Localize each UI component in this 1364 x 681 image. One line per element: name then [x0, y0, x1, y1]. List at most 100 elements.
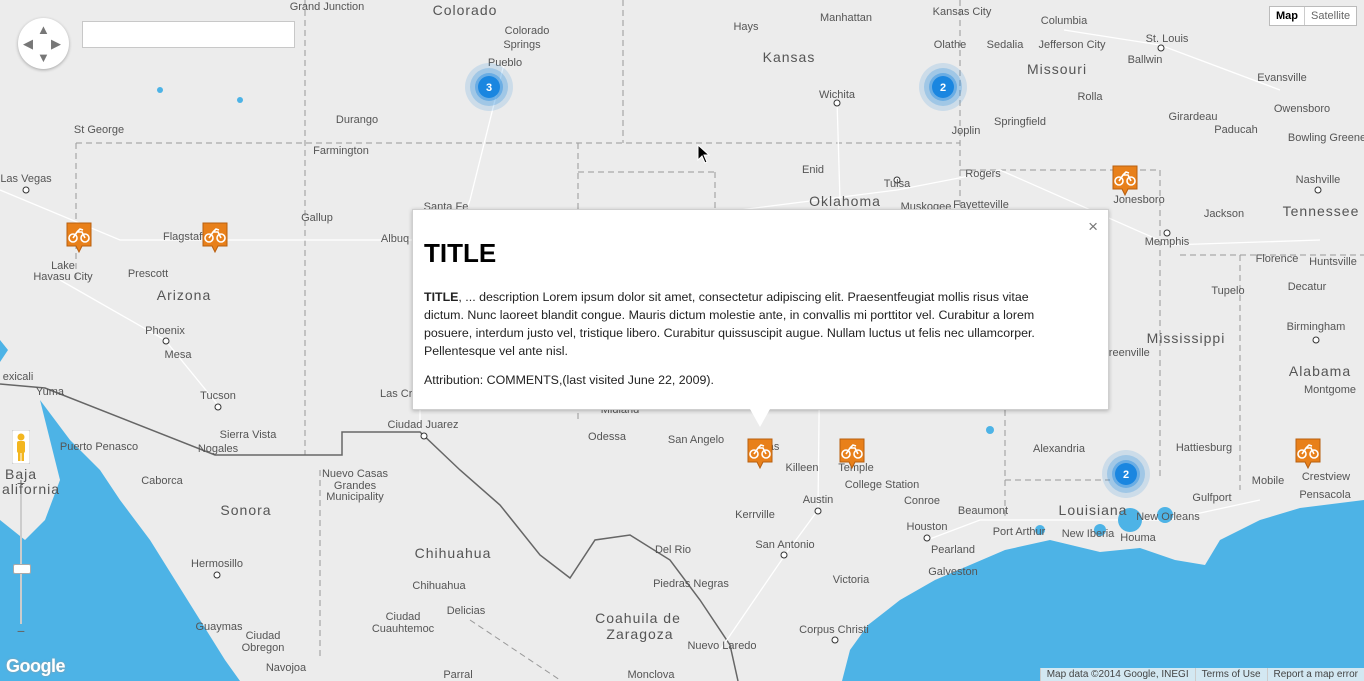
city-label: Delicias — [447, 605, 486, 617]
search-input[interactable] — [82, 21, 295, 48]
zoom-slider-track[interactable] — [20, 494, 22, 624]
cluster-count: 2 — [940, 82, 946, 94]
city-label: Manhattan — [820, 12, 872, 24]
marker-cluster[interactable]: 3 — [464, 62, 514, 112]
city-label: Nogales — [198, 443, 239, 455]
city-label: Piedras Negras — [653, 578, 729, 590]
city-label: Huntsville — [1309, 256, 1357, 268]
map-type-map-button[interactable]: Map — [1270, 7, 1305, 25]
state-label: Tennessee — [1283, 203, 1360, 219]
city-label: Guaymas — [195, 621, 243, 633]
city-label: Paducah — [1214, 124, 1257, 136]
city-label: Pensacola — [1299, 489, 1351, 501]
info-window-title: TITLE — [424, 238, 497, 268]
city-label: Florence — [1256, 253, 1299, 265]
city-label: Mesa — [165, 349, 193, 361]
city-label: Durango — [336, 114, 378, 126]
city-label: Beaumont — [958, 505, 1008, 517]
map-type-control[interactable]: Map Satellite — [1269, 6, 1358, 26]
state-label: Louisiana — [1059, 502, 1128, 518]
city-label: San Antonio — [755, 539, 814, 551]
city-label: exicali — [3, 371, 34, 383]
motorcycle-marker-icon[interactable] — [839, 438, 865, 470]
city-label: Houston — [907, 521, 948, 533]
info-window-description: TITLE, ... description Lorem ipsum dolor… — [424, 288, 1064, 360]
city-label: Galveston — [928, 566, 978, 578]
zoom-in-button[interactable]: + — [12, 474, 30, 492]
city-label: Navojoa — [266, 662, 307, 674]
city-label: New Orleans — [1136, 511, 1200, 523]
street-view-pegman-icon[interactable] — [11, 429, 31, 465]
city-label: Springs — [503, 39, 541, 51]
marker-cluster[interactable]: 2 — [1101, 449, 1151, 499]
city-label: Farmington — [313, 145, 369, 157]
city-label: Port Arthur — [993, 526, 1046, 538]
city-label: Ciudad — [386, 611, 421, 623]
city-label: Springfield — [994, 116, 1046, 128]
city-label: Tucson — [200, 390, 236, 402]
motorcycle-marker-icon[interactable] — [1295, 438, 1321, 470]
state-label: Missouri — [1027, 61, 1087, 77]
city-label: Victoria — [833, 574, 870, 586]
map-footer: Map data ©2014 Google, INEGI Terms of Us… — [1039, 668, 1364, 681]
city-label: Monclova — [627, 669, 675, 681]
city-label: Enid — [802, 164, 824, 176]
motorcycle-marker-icon[interactable] — [66, 222, 92, 254]
cluster-count: 2 — [1123, 469, 1129, 481]
city-label: Phoenix — [145, 325, 185, 337]
zoom-out-button[interactable]: − — [12, 622, 30, 640]
close-icon[interactable]: × — [1088, 218, 1098, 236]
state-label: Colorado — [433, 2, 498, 18]
city-label: Del Rio — [655, 544, 691, 556]
city-label: Kerrville — [735, 509, 775, 521]
pan-down-icon[interactable]: ▼ — [37, 51, 50, 64]
city-label: Ciudad Juarez — [388, 419, 459, 431]
pan-left-icon[interactable]: ◀ — [23, 37, 33, 50]
city-label: Albuq — [381, 233, 409, 245]
state-label: Oklahoma — [809, 193, 881, 209]
city-label: Gallup — [301, 212, 333, 224]
report-map-error-link[interactable]: Report a map error — [1266, 668, 1364, 681]
city-label: Gulfport — [1192, 492, 1231, 504]
zoom-control[interactable]: + − — [12, 474, 31, 644]
city-label: Ballwin — [1128, 54, 1163, 66]
description-text: , ... description Lorem ipsum dolor sit … — [424, 290, 1035, 358]
city-label: Flagstaff — [163, 231, 206, 243]
city-label: Las Vegas — [0, 173, 52, 185]
zoom-slider-handle[interactable] — [13, 564, 31, 574]
pan-up-icon[interactable]: ▲ — [37, 23, 50, 36]
city-label: Hays — [733, 21, 759, 33]
city-label: Wichita — [819, 89, 856, 101]
city-label: Conroe — [904, 495, 940, 507]
description-bold-title: TITLE — [424, 290, 459, 304]
city-label: Crestview — [1302, 471, 1350, 483]
city-label: St. Louis — [1146, 33, 1189, 45]
city-label: Memphis — [1145, 236, 1190, 248]
state-label: Sonora — [220, 502, 271, 518]
city-label: Mobile — [1252, 475, 1284, 487]
city-label: Nashville — [1296, 174, 1341, 186]
city-label: Odessa — [588, 431, 627, 443]
state-label: Kansas — [763, 49, 816, 65]
map-type-satellite-button[interactable]: Satellite — [1305, 7, 1356, 25]
city-label: Hattiesburg — [1176, 442, 1232, 454]
motorcycle-marker-icon[interactable] — [1112, 165, 1138, 197]
state-label: Zaragoza — [606, 626, 673, 642]
city-label: Montgome — [1304, 384, 1356, 396]
pan-control[interactable]: ▲ ◀ ▶ ▼ — [18, 18, 69, 69]
city-label: Parral — [443, 669, 472, 681]
motorcycle-marker-icon[interactable] — [747, 438, 773, 470]
city-label: Joplin — [952, 125, 981, 137]
city-label: Houma — [1120, 532, 1156, 544]
pan-right-icon[interactable]: ▶ — [51, 37, 61, 50]
city-label: Chihuahua — [412, 580, 466, 592]
city-label: Austin — [803, 494, 834, 506]
google-logo[interactable]: Google — [6, 656, 66, 677]
motorcycle-marker-icon[interactable] — [202, 222, 228, 254]
marker-cluster[interactable]: 2 — [918, 62, 968, 112]
state-label: Chihuahua — [415, 545, 492, 561]
city-label: Jefferson City — [1038, 39, 1106, 51]
terms-of-use-link[interactable]: Terms of Use — [1194, 668, 1267, 681]
city-label: Birmingham — [1287, 321, 1346, 333]
city-label: Prescott — [128, 268, 168, 280]
